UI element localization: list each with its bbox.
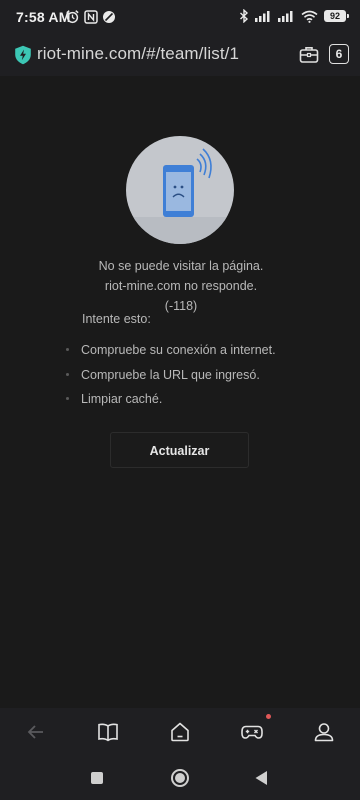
notification-dot [266,714,271,719]
tips-list: Compruebe su conexión a internet. Compru… [66,341,276,415]
bluetooth-icon [240,9,249,23]
tip-text: Limpiar caché. [81,392,163,406]
alarm-icon [66,10,79,24]
browser-bottom-bar [0,708,360,756]
tip-text: Compruebe su conexión a internet. [81,343,276,357]
signal-icon [278,11,293,22]
list-item: Limpiar caché. [66,390,276,415]
battery-icon: 92 [324,10,349,22]
status-time: 7:58 AM [16,9,71,25]
games-icon[interactable] [240,720,264,744]
disconnected-phone-icon [126,136,234,244]
status-bar: 7:58 AM 92 [0,0,360,34]
browser-screen: 7:58 AM 92 riot-mine.com/#/team/list/1 6… [0,0,360,800]
list-item: Compruebe la URL que ingresó. [66,366,276,391]
back-triangle-icon[interactable] [252,768,272,788]
error-message: No se puede visitar la página. riot-mine… [98,259,264,313]
signal-icon [255,11,270,22]
bullet [66,372,69,376]
tabs-count-button[interactable]: 6 [329,44,349,64]
android-nav-bar [0,756,360,800]
data-saver-icon [103,10,115,23]
back-arrow-icon[interactable] [24,720,48,744]
bullet [66,397,69,400]
url-field[interactable]: riot-mine.com/#/team/list/1 [37,44,239,64]
bookmarks-icon[interactable] [96,720,120,744]
nfc-icon [84,9,98,24]
recents-square-icon[interactable] [87,768,107,788]
status-right-icons: 92 [239,9,349,23]
bullet [66,348,69,351]
home-icon[interactable] [168,720,192,744]
tips-heading: Intente esto: [82,312,151,326]
toolbox-icon[interactable] [298,44,320,66]
wifi-icon [301,10,318,23]
shield-icon[interactable] [14,45,32,65]
status-left-icons [65,9,116,24]
reload-button[interactable]: Actualizar [110,432,249,468]
tip-text: Compruebe la URL que ingresó. [81,367,260,382]
profile-icon[interactable] [312,720,336,744]
home-circle-icon[interactable] [170,768,190,788]
url-bar: riot-mine.com/#/team/list/1 6 [0,34,360,76]
list-item: Compruebe su conexión a internet. [66,341,276,366]
